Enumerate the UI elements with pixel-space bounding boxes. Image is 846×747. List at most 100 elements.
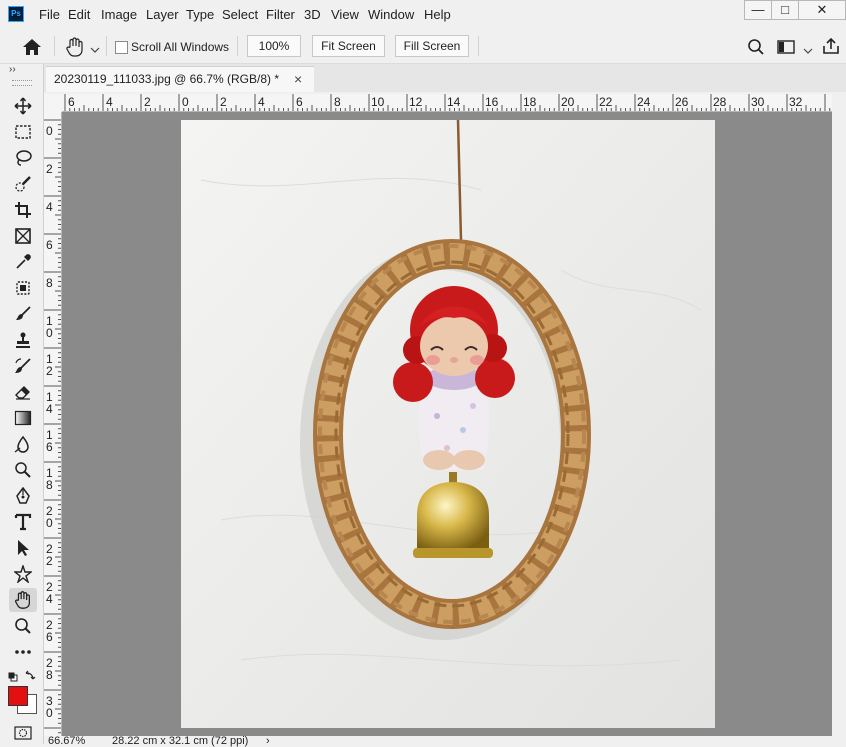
default-colors-icon[interactable]	[8, 670, 18, 682]
home-icon[interactable]	[22, 38, 42, 56]
ruler-label: 8	[46, 478, 53, 492]
ruler-label: 6	[296, 95, 303, 109]
options-divider	[54, 36, 55, 56]
marquee-tool-icon[interactable]	[9, 120, 37, 144]
toolbox-grip[interactable]	[12, 80, 32, 86]
status-doc-size: 28.22 cm x 32.1 cm (72 ppi)	[112, 735, 249, 747]
quick-selection-tool-icon[interactable]	[9, 172, 37, 196]
menu-edit[interactable]: Edit	[68, 7, 90, 22]
share-icon[interactable]	[822, 37, 840, 55]
crop-tool-icon[interactable]	[9, 198, 37, 222]
ruler-label: 2	[220, 95, 227, 109]
status-arrow-icon[interactable]: ›	[266, 735, 270, 747]
ruler-label: 24	[637, 95, 651, 109]
ruler-label: 6	[46, 440, 53, 454]
ruler-label: 4	[46, 402, 53, 416]
quick-mask-icon[interactable]	[14, 726, 32, 740]
move-tool-icon[interactable]	[9, 94, 37, 118]
panel-collapse-icon[interactable]: ››	[9, 64, 16, 75]
hand-tool-icon	[15, 591, 30, 609]
gradient-tool-icon[interactable]	[9, 406, 37, 430]
photoshop-logo-icon: Ps	[8, 6, 24, 22]
ruler-label: 0	[46, 706, 53, 720]
menu-filter[interactable]: Filter	[266, 7, 295, 22]
fill-screen-button[interactable]: Fill Screen	[395, 35, 469, 57]
search-icon[interactable]	[747, 38, 765, 56]
minimize-button[interactable]: —	[744, 0, 772, 20]
restore-button[interactable]: □	[771, 0, 799, 20]
zoom-tool-icon[interactable]	[9, 614, 37, 638]
ruler-label: 16	[485, 95, 499, 109]
vertical-scrollbar[interactable]	[832, 94, 846, 740]
scroll-all-checkbox[interactable]	[115, 41, 128, 54]
ruler-label: 8	[334, 95, 341, 109]
chevron-down-icon[interactable]	[90, 42, 100, 53]
healing-brush-tool-icon[interactable]	[9, 276, 37, 300]
document-image[interactable]	[181, 120, 715, 728]
ruler-label: 18	[523, 95, 537, 109]
foreground-color-swatch[interactable]	[8, 686, 28, 706]
frame-tool-icon[interactable]	[9, 224, 37, 248]
ruler-label: 2	[144, 95, 151, 109]
ruler-label: 30	[751, 95, 765, 109]
ruler-label: 4	[106, 95, 113, 109]
hand-tool-button[interactable]	[9, 588, 37, 612]
blur-tool-icon[interactable]	[9, 432, 37, 456]
ruler-label: 8	[46, 668, 53, 682]
more-tools-icon[interactable]	[9, 640, 37, 664]
vertical-ruler[interactable]: 024681012141618202224262830	[44, 112, 62, 740]
ruler-label: 0	[182, 95, 189, 109]
ruler-label: 8	[46, 276, 53, 290]
ruler-label: 0	[46, 326, 53, 340]
shape-tool-icon[interactable]	[9, 562, 37, 586]
path-selection-tool-icon[interactable]	[9, 536, 37, 560]
menu-help[interactable]: Help	[424, 7, 451, 22]
ruler-label: 6	[46, 238, 53, 252]
status-bar: 66.67% 28.22 cm x 32.1 cm (72 ppi) ›	[44, 735, 846, 747]
menu-layer[interactable]: Layer	[146, 7, 179, 22]
menu-window[interactable]: Window	[368, 7, 414, 22]
menu-type[interactable]: Type	[186, 7, 214, 22]
ruler-origin[interactable]	[44, 94, 62, 112]
ruler-label: 6	[46, 630, 53, 644]
ruler-label: 2	[46, 162, 53, 176]
ruler-label: 4	[258, 95, 265, 109]
ruler-label: 6	[68, 95, 75, 109]
stamp-tool-icon[interactable]	[9, 328, 37, 352]
document-tab-title: 20230119_111033.jpg @ 66.7% (RGB/8) *	[54, 72, 279, 86]
ruler-label: 26	[675, 95, 689, 109]
menu-3d[interactable]: 3D	[304, 7, 321, 22]
close-tab-icon[interactable]: ×	[294, 67, 302, 91]
workspace-icon[interactable]	[777, 39, 795, 55]
history-brush-tool-icon[interactable]	[9, 354, 37, 378]
ruler-label: 0	[46, 124, 53, 138]
status-zoom[interactable]: 66.67%	[48, 735, 85, 747]
ruler-label: 10	[371, 95, 385, 109]
close-window-button[interactable]: ✕	[798, 0, 846, 20]
ruler-label: 0	[46, 516, 53, 530]
type-tool-icon[interactable]	[9, 510, 37, 534]
ruler-label: 4	[46, 200, 53, 214]
brush-tool-icon[interactable]	[9, 302, 37, 326]
menu-select[interactable]: Select	[222, 7, 258, 22]
scroll-all-label: Scroll All Windows	[131, 40, 230, 54]
swap-colors-icon[interactable]	[25, 669, 37, 681]
menu-image[interactable]: Image	[101, 7, 137, 22]
document-tab[interactable]: 20230119_111033.jpg @ 66.7% (RGB/8) * ×	[46, 66, 314, 92]
ruler-label: 28	[713, 95, 727, 109]
fit-screen-button[interactable]: Fit Screen	[312, 35, 385, 57]
ruler-label: 4	[46, 592, 53, 606]
zoom-100-button[interactable]: 100%	[247, 35, 301, 57]
dodge-tool-icon[interactable]	[9, 458, 37, 482]
horizontal-ruler[interactable]: 6 4 2 0 2 4 6 8 10 12 14 16 18 20 22 24 …	[62, 94, 832, 112]
eyedropper-tool-icon[interactable]	[9, 250, 37, 274]
menu-file[interactable]: File	[39, 7, 60, 22]
chevron-down-icon[interactable]	[803, 43, 813, 54]
ruler-label: 12	[409, 95, 423, 109]
pen-tool-icon[interactable]	[9, 484, 37, 508]
ruler-label: 32	[789, 95, 803, 109]
eraser-tool-icon[interactable]	[9, 380, 37, 404]
lasso-tool-icon[interactable]	[9, 146, 37, 170]
menu-view[interactable]: View	[331, 7, 359, 22]
hand-tool-icon[interactable]	[64, 36, 86, 58]
